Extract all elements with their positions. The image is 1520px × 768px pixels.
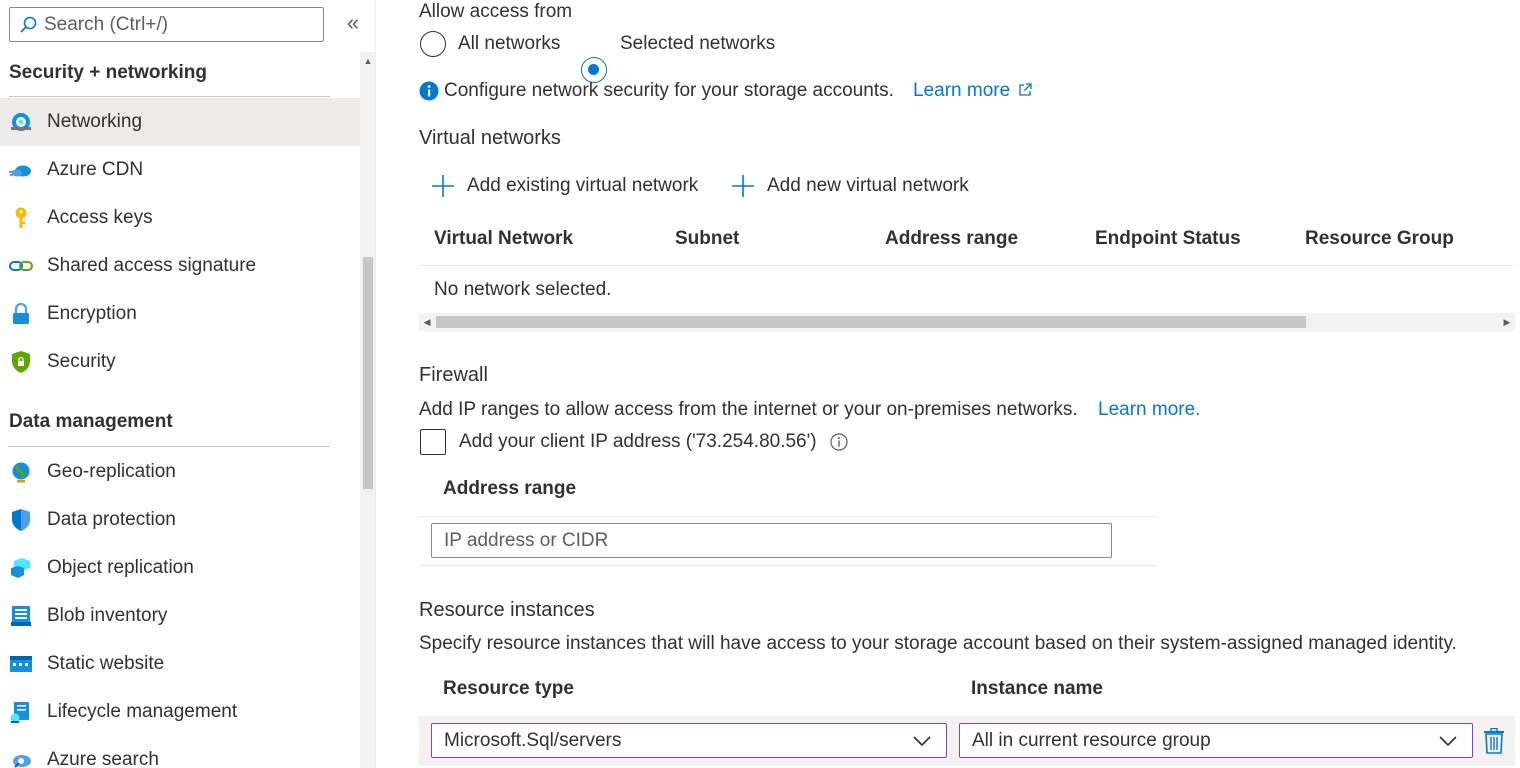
chevron-down-icon [1439,736,1457,747]
networking-content-pane: Allow access from All networks Selected … [377,0,1520,768]
sidebar-item-azure-search[interactable]: Azure search [0,736,360,768]
lifecycle-icon [9,700,33,724]
scroll-left-arrow-icon[interactable]: ◀ [419,313,435,331]
link-icon [9,254,33,278]
sidebar-item-label: Data protection [47,509,176,530]
resource-menu-sidebar: « Security + networking Networking Azure… [0,0,376,768]
sidebar-item-lifecycle-management[interactable]: Lifecycle management [0,688,360,736]
client-ip-checkbox[interactable] [420,429,446,455]
resource-type-dropdown[interactable]: Microsoft.Sql/servers [431,723,947,758]
website-icon [9,652,33,676]
vnet-empty-message: No network selected. [434,279,612,300]
search-icon [20,16,37,33]
address-row-divider [419,565,1155,566]
globe-icon [9,460,33,484]
scroll-right-arrow-icon[interactable]: ▶ [1499,313,1515,331]
add-existing-plus-icon[interactable] [431,174,455,198]
column-header-address-range: Address range [885,228,1019,249]
resource-type-value: Microsoft.Sql/servers [444,729,622,751]
sidebar-item-label: Lifecycle management [47,701,238,722]
shield-icon [9,350,33,374]
sidebar-item-label: Networking [47,111,143,132]
address-range-field[interactable] [431,523,1112,558]
column-header-virtual-network: Virtual Network [434,228,574,249]
column-header-resource-group: Resource Group [1305,228,1454,249]
vnet-table-scrollbar-thumb[interactable] [436,316,1306,328]
chevron-down-icon [913,736,931,747]
networking-icon [9,110,33,134]
sidebar-item-label: Geo-replication [47,461,176,482]
sidebar-item-data-protection[interactable]: Data protection [0,496,360,544]
sidebar-item-label: Encryption [47,303,137,324]
column-header-endpoint-status: Endpoint Status [1095,228,1241,249]
firewall-description: Add IP ranges to allow access from the i… [419,399,1078,420]
external-link-icon[interactable] [1017,82,1033,98]
sidebar-item-static-website[interactable]: Static website [0,640,360,688]
sidebar-item-blob-inventory[interactable]: Blob inventory [0,592,360,640]
menu-search-box[interactable] [9,7,324,42]
resource-instances-title: Resource instances [419,599,595,621]
add-existing-virtual-network-button[interactable]: Add existing virtual network [467,175,698,197]
group-divider [9,96,330,97]
cubes-icon [9,556,33,580]
sidebar-item-object-replication[interactable]: Object replication [0,544,360,592]
sidebar-item-label: Static website [47,653,165,674]
group-divider [9,446,330,447]
virtual-networks-title: Virtual networks [419,127,561,149]
sidebar-item-label: Access keys [47,207,153,228]
column-header-resource-type: Resource type [443,678,574,699]
info-circle-icon[interactable] [829,432,849,452]
lock-icon [9,302,33,326]
sidebar-item-label: Azure search [47,749,159,768]
sidebar-item-access-keys[interactable]: Access keys [0,194,360,242]
sidebar-item-networking[interactable]: Networking [0,98,360,146]
address-range-header: Address range [443,478,577,499]
azure-search-icon [9,748,33,768]
sidebar-item-azure-cdn[interactable]: Azure CDN [0,146,360,194]
menu-search-input[interactable] [44,13,304,36]
allow-access-label: Allow access from [419,1,573,22]
firewall-learn-more-link[interactable]: Learn more. [1098,399,1200,421]
radio-selected-networks-label[interactable]: Selected networks [620,33,775,55]
table-header-divider [419,265,1515,266]
shield-check-icon [9,508,33,532]
radio-all-networks-label[interactable]: All networks [458,33,560,55]
address-header-divider [419,516,1155,517]
info-icon [419,81,439,101]
firewall-title: Firewall [419,364,488,386]
instance-name-dropdown[interactable]: All in current resource group [959,723,1473,758]
sidebar-item-encryption[interactable]: Encryption [0,290,360,338]
sidebar-scrollbar-thumb[interactable] [363,257,373,489]
add-new-virtual-network-button[interactable]: Add new virtual network [767,175,969,197]
sidebar-scrollbar[interactable]: ▲ [360,52,375,768]
sidebar-item-geo-replication[interactable]: Geo-replication [0,448,360,496]
info-text: Configure network security for your stor… [444,80,894,101]
inventory-icon [9,604,33,628]
delete-row-trash-icon[interactable] [1483,727,1505,754]
sidebar-item-label: Security [47,351,116,372]
learn-more-link[interactable]: Learn more [913,80,1010,102]
vnet-table-horizontal-scrollbar[interactable]: ◀ ▶ [419,313,1515,331]
instance-name-value: All in current resource group [972,729,1211,751]
group-header-security-networking: Security + networking [9,62,207,83]
sidebar-item-shared-access-signature[interactable]: Shared access signature [0,242,360,290]
key-icon [9,206,33,230]
sidebar-item-label: Object replication [47,557,194,578]
group-header-data-management: Data management [9,411,173,432]
column-header-instance-name: Instance name [971,678,1103,699]
collapse-menu-button[interactable]: « [342,12,364,36]
sidebar-item-security[interactable]: Security [0,338,360,386]
column-header-subnet: Subnet [675,228,740,249]
sidebar-item-label: Azure CDN [47,159,144,180]
scroll-up-arrow-icon[interactable]: ▲ [360,54,375,68]
address-range-input[interactable] [431,523,1112,558]
resource-instances-description: Specify resource instances that will hav… [419,633,1457,654]
client-ip-label[interactable]: Add your client IP address ('73.254.80.5… [459,431,817,453]
cloud-icon [9,158,33,182]
add-new-plus-icon[interactable] [731,174,755,198]
sidebar-item-label: Shared access signature [47,255,257,276]
radio-all-networks[interactable] [420,31,446,57]
sidebar-item-label: Blob inventory [47,605,168,626]
